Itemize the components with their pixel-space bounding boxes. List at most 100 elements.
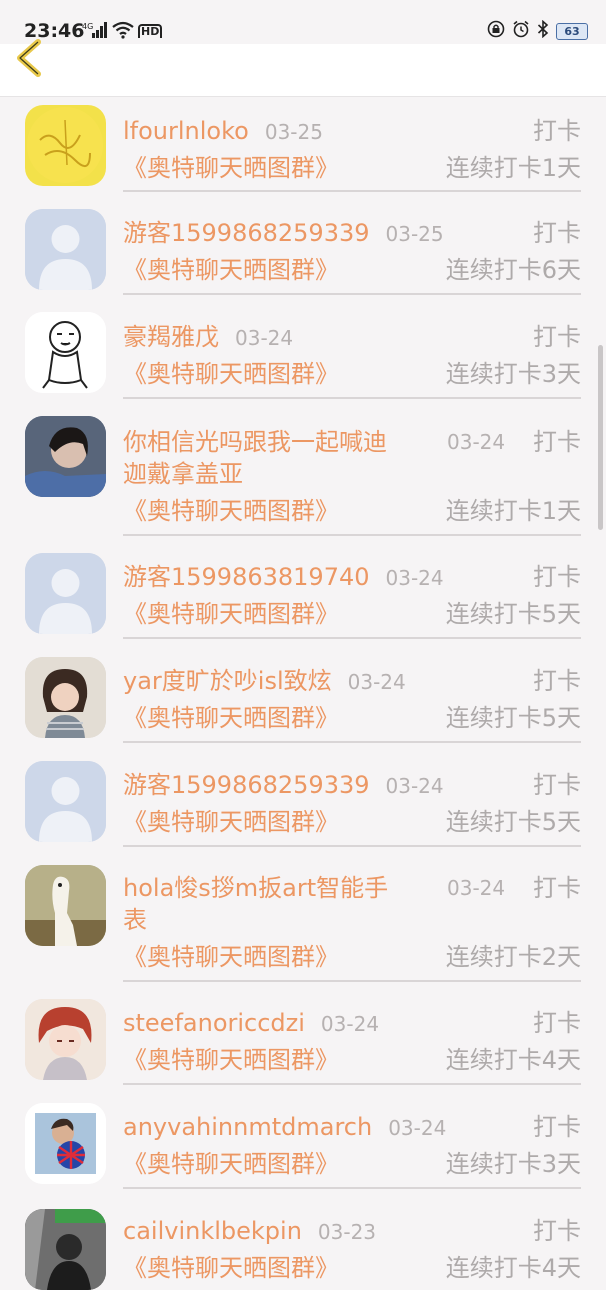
checkin-date: 03-24 bbox=[388, 1116, 447, 1140]
avatar bbox=[25, 657, 106, 738]
streak-label: 连续打卡1天 bbox=[445, 497, 581, 525]
checkin-action-label: 打卡 bbox=[533, 219, 581, 247]
group-name: 《奥特聊天晒图群》 bbox=[123, 1046, 339, 1074]
user-name-text: 游客1599868259339 bbox=[123, 219, 370, 247]
user-name: 豪羯雅戊 03-24 bbox=[123, 321, 423, 354]
status-bar: 23:46 4G HD 63 bbox=[0, 0, 606, 44]
user-name-text: lfourlnloko bbox=[123, 117, 249, 145]
user-name-text: anyvahinnmtdmarch bbox=[123, 1113, 373, 1141]
avatar bbox=[25, 312, 106, 393]
group-name: 《奥特聊天晒图群》 bbox=[123, 360, 339, 388]
signal-icon: 4G bbox=[82, 21, 108, 42]
avatar bbox=[25, 105, 106, 186]
bluetooth-icon bbox=[537, 19, 549, 42]
list-item[interactable]: lfourlnloko 03-25 打卡 《奥特聊天晒图群》 连续打卡1天 bbox=[0, 97, 606, 199]
group-name: 《奥特聊天晒图群》 bbox=[123, 256, 339, 284]
user-name-text: cailvinklbekpin bbox=[123, 1217, 302, 1245]
streak-label: 连续打卡4天 bbox=[445, 1046, 581, 1074]
checkin-action-label: 打卡 bbox=[533, 874, 581, 902]
checkin-action-label: 打卡 bbox=[533, 563, 581, 591]
checkin-date: 03-24 bbox=[447, 430, 506, 454]
checkin-action-label: 打卡 bbox=[533, 667, 581, 695]
back-button[interactable] bbox=[10, 38, 60, 88]
checkin-date: 03-24 bbox=[320, 1012, 380, 1036]
user-name-text: 豪羯雅戊 bbox=[123, 323, 219, 351]
group-name: 《奥特聊天晒图群》 bbox=[123, 1254, 339, 1282]
divider bbox=[123, 534, 581, 536]
user-name: 游客1599868259339 03-25 bbox=[123, 217, 543, 250]
checkin-date: 03-25 bbox=[385, 222, 444, 246]
group-name: 《奥特聊天晒图群》 bbox=[123, 704, 339, 732]
battery-indicator: 63 bbox=[556, 22, 588, 40]
avatar bbox=[25, 1209, 106, 1290]
group-name: 《奥特聊天晒图群》 bbox=[123, 154, 339, 182]
list-item[interactable]: 游客1599863819740 03-24 打卡 《奥特聊天晒图群》 连续打卡5天 bbox=[0, 539, 606, 641]
list-item[interactable]: steefanoriccdzi 03-24 打卡 《奥特聊天晒图群》 连续打卡4天 bbox=[0, 981, 606, 1085]
avatar bbox=[25, 999, 106, 1080]
list-item[interactable]: anyvahinnmtdmarch 03-24 打卡 《奥特聊天晒图群》 连续打卡… bbox=[0, 1083, 606, 1189]
avatar bbox=[25, 761, 106, 842]
avatar bbox=[25, 1103, 106, 1184]
streak-label: 连续打卡6天 bbox=[445, 256, 581, 284]
user-name: 你相信光吗跟我一起喊迪 迦戴拿盖亚 bbox=[123, 426, 423, 490]
default-avatar-icon bbox=[25, 761, 106, 842]
avatar bbox=[25, 865, 106, 946]
checkin-action-label: 打卡 bbox=[533, 1009, 581, 1037]
checkin-date: 03-25 bbox=[264, 120, 323, 144]
checkin-list: lfourlnloko 03-25 打卡 《奥特聊天晒图群》 连续打卡1天 游客1… bbox=[0, 97, 606, 1290]
checkin-date: 03-24 bbox=[447, 876, 506, 900]
wifi-icon bbox=[112, 21, 134, 42]
header-bar bbox=[0, 39, 606, 97]
checkin-action-label: 打卡 bbox=[533, 1113, 581, 1141]
user-name: anyvahinnmtdmarch 03-24 bbox=[123, 1111, 543, 1144]
user-name-text: yar度旷於吵isl致炫 bbox=[123, 667, 332, 695]
list-item[interactable]: yar度旷於吵isl致炫 03-24 打卡 《奥特聊天晒图群》 连续打卡5天 bbox=[0, 641, 606, 743]
user-name: cailvinklbekpin 03-23 bbox=[123, 1215, 543, 1248]
streak-label: 连续打卡4天 bbox=[445, 1254, 581, 1282]
group-name: 《奥特聊天晒图群》 bbox=[123, 1150, 339, 1178]
list-item[interactable]: 游客1599868259339 03-24 打卡 《奥特聊天晒图群》 连续打卡5天 bbox=[0, 743, 606, 847]
checkin-date: 03-24 bbox=[385, 566, 444, 590]
streak-label: 连续打卡1天 bbox=[445, 154, 581, 182]
group-name: 《奥特聊天晒图群》 bbox=[123, 943, 339, 971]
alarm-icon bbox=[512, 20, 530, 42]
user-name-line2: 迦戴拿盖亚 bbox=[123, 460, 243, 488]
checkin-action-label: 打卡 bbox=[533, 1217, 581, 1245]
chevron-left-icon bbox=[17, 39, 41, 77]
user-name: steefanoriccdzi 03-24 bbox=[123, 1007, 543, 1040]
checkin-action-label: 打卡 bbox=[533, 323, 581, 351]
group-name: 《奥特聊天晒图群》 bbox=[123, 600, 339, 628]
list-item[interactable]: hola悛s拶m扳art智能手 表 03-24 打卡 《奥特聊天晒图群》 连续打… bbox=[0, 845, 606, 982]
streak-label: 连续打卡5天 bbox=[445, 808, 581, 836]
checkin-date: 03-24 bbox=[347, 670, 406, 694]
list-item[interactable]: 游客1599868259339 03-25 打卡 《奥特聊天晒图群》 连续打卡6天 bbox=[0, 199, 606, 301]
checkin-action-label: 打卡 bbox=[533, 428, 581, 456]
default-avatar-icon bbox=[25, 209, 106, 290]
user-name: lfourlnloko 03-25 bbox=[123, 115, 423, 148]
streak-label: 连续打卡5天 bbox=[445, 600, 581, 628]
avatar bbox=[25, 553, 106, 634]
avatar bbox=[25, 416, 106, 497]
network-type-label: 4G bbox=[82, 22, 93, 31]
user-name-line1: hola悛s拶m扳art智能手 bbox=[123, 874, 389, 902]
default-avatar-icon bbox=[25, 553, 106, 634]
group-name: 《奥特聊天晒图群》 bbox=[123, 808, 339, 836]
scrollbar[interactable] bbox=[598, 345, 603, 530]
hd-call-icon: HD bbox=[138, 24, 163, 38]
avatar bbox=[25, 209, 106, 290]
streak-label: 连续打卡3天 bbox=[445, 1150, 581, 1178]
user-name: hola悛s拶m扳art智能手 表 bbox=[123, 872, 423, 936]
user-name-text: 游客1599868259339 bbox=[123, 771, 370, 799]
user-name-text: steefanoriccdzi bbox=[123, 1009, 305, 1037]
divider bbox=[123, 293, 581, 295]
checkin-date: 03-23 bbox=[317, 1220, 377, 1244]
lock-rotation-icon bbox=[487, 20, 505, 42]
streak-label: 连续打卡3天 bbox=[445, 360, 581, 388]
checkin-action-label: 打卡 bbox=[533, 117, 581, 145]
user-name-line1: 你相信光吗跟我一起喊迪 bbox=[123, 428, 387, 456]
user-name-line2: 表 bbox=[123, 906, 147, 934]
list-item[interactable]: 你相信光吗跟我一起喊迪 迦戴拿盖亚 03-24 打卡 《奥特聊天晒图群》 连续打… bbox=[0, 403, 606, 539]
list-item[interactable]: cailvinklbekpin 03-23 打卡 《奥特聊天晒图群》 连续打卡4天 bbox=[0, 1185, 606, 1290]
list-item[interactable]: 豪羯雅戊 03-24 打卡 《奥特聊天晒图群》 连续打卡3天 bbox=[0, 301, 606, 403]
checkin-date: 03-24 bbox=[385, 774, 444, 798]
